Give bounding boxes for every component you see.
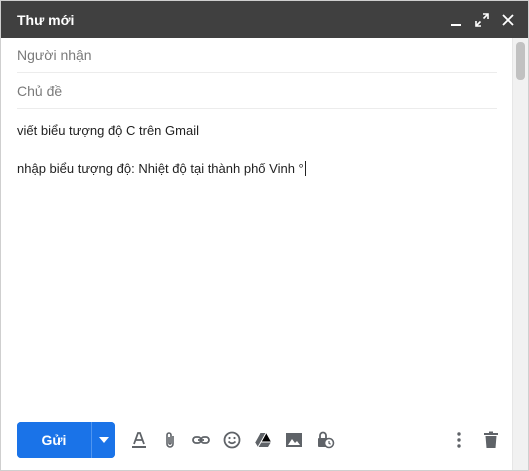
compose-toolbar: Gửi	[17, 422, 503, 458]
compose-title: Thư mới	[17, 11, 75, 28]
caret-down-icon	[98, 437, 109, 443]
subject-input[interactable]	[17, 83, 497, 99]
trash-icon[interactable]	[479, 428, 503, 452]
compose-window: Thư mới viết	[0, 0, 529, 471]
text-format-icon[interactable]	[127, 428, 151, 452]
image-icon[interactable]	[282, 428, 306, 452]
scrollbar-thumb[interactable]	[516, 42, 525, 80]
window-controls	[448, 1, 516, 38]
recipients-row	[17, 38, 497, 73]
minimize-icon[interactable]	[448, 12, 464, 28]
recipients-input[interactable]	[17, 47, 497, 63]
body-line-1: viết biểu tượng độ C trên Gmail	[17, 123, 199, 138]
text-caret	[304, 161, 306, 176]
secondary-tools	[447, 428, 503, 452]
vertical-scrollbar[interactable]	[512, 38, 528, 470]
link-icon[interactable]	[189, 428, 213, 452]
format-tools	[127, 428, 337, 452]
message-body[interactable]: viết biểu tượng độ C trên Gmail nhập biể…	[17, 113, 497, 403]
send-options-button[interactable]	[91, 422, 115, 458]
paperclip-icon[interactable]	[158, 428, 182, 452]
send-button[interactable]: Gửi	[17, 422, 91, 458]
close-icon[interactable]	[500, 12, 516, 28]
lock-clock-icon[interactable]	[313, 428, 337, 452]
expand-icon[interactable]	[474, 12, 490, 28]
body-line-2: nhập biểu tượng độ: Nhiệt độ tại thành p…	[17, 161, 306, 176]
send-button-group: Gửi	[17, 422, 115, 458]
subject-row	[17, 74, 497, 109]
drive-icon[interactable]	[251, 428, 275, 452]
smiley-icon[interactable]	[220, 428, 244, 452]
compose-titlebar[interactable]: Thư mới	[1, 1, 528, 38]
body-line-2-text: nhập biểu tượng độ: Nhiệt độ tại thành p…	[17, 161, 304, 176]
more-vert-icon[interactable]	[447, 428, 471, 452]
